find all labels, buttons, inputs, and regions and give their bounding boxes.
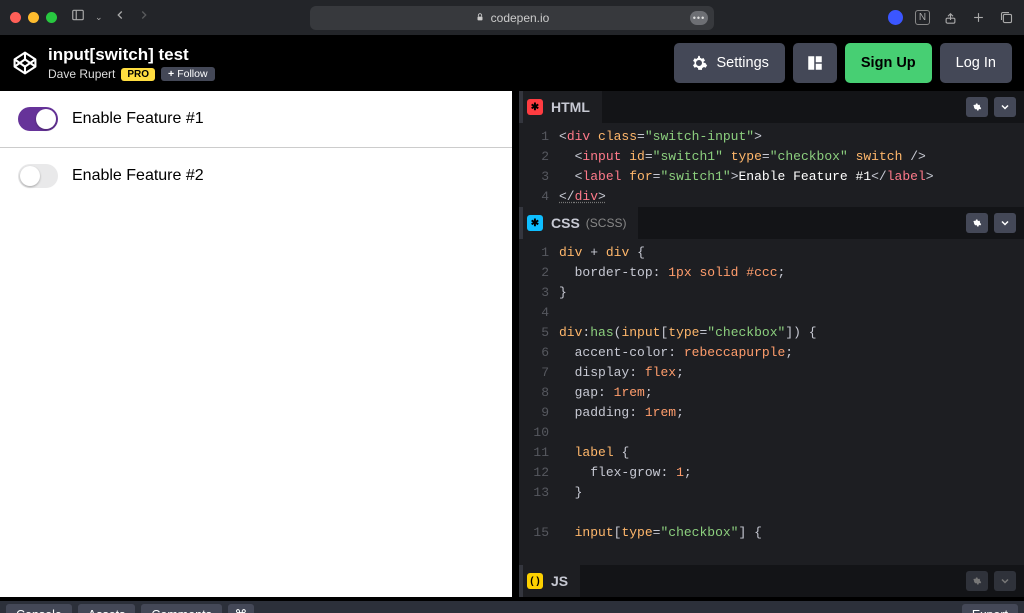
switch-2[interactable] <box>18 164 58 188</box>
feature-row-1: Enable Feature #1 <box>0 91 512 147</box>
switch-1[interactable] <box>18 107 58 131</box>
codepen-footer: Console Assets Comments ⌘ Export <box>0 597 1024 613</box>
address-bar[interactable]: codepen.io ••• <box>310 6 714 30</box>
console-button[interactable]: Console <box>6 604 72 613</box>
settings-button[interactable]: Settings <box>674 43 784 83</box>
css-tab[interactable]: ✱ CSS (SCSS) <box>519 207 638 239</box>
html-gutter: 1234 <box>519 123 559 207</box>
new-tab-icon[interactable] <box>970 10 986 26</box>
notion-extension-icon[interactable]: N <box>915 10 930 25</box>
extension-icon[interactable] <box>887 10 903 26</box>
css-chevron-icon[interactable] <box>994 213 1016 233</box>
js-badge-icon: ( ) <box>527 573 543 589</box>
login-button[interactable]: Log In <box>940 43 1012 83</box>
html-panel: ✱ HTML 1234 <div class="switch-input"> <… <box>519 91 1024 207</box>
html-settings-icon[interactable] <box>966 97 988 117</box>
css-settings-icon[interactable] <box>966 213 988 233</box>
js-tab-label: JS <box>551 573 568 589</box>
pen-author[interactable]: Dave Rupert <box>48 67 115 81</box>
html-badge-icon: ✱ <box>527 99 543 115</box>
browser-toolbar-right: N <box>887 10 1014 26</box>
css-tab-sublabel: (SCSS) <box>586 216 627 230</box>
forward-icon[interactable] <box>137 8 151 27</box>
address-text: codepen.io <box>491 11 550 25</box>
back-icon[interactable] <box>113 8 127 27</box>
css-tab-label: CSS <box>551 215 580 231</box>
settings-label: Settings <box>716 55 768 71</box>
minimize-window-icon[interactable] <box>28 12 39 23</box>
css-editor[interactable]: 12345678910111213 15 div + div { border-… <box>519 239 1024 565</box>
html-code: <div class="switch-input"> <input id="sw… <box>559 123 942 207</box>
pen-title-block: input[switch] test Dave Rupert PRO Follo… <box>48 45 215 81</box>
export-button[interactable]: Export <box>962 604 1018 613</box>
assets-button[interactable]: Assets <box>78 604 136 613</box>
main-area: Enable Feature #1 Enable Feature #2 ✱ HT… <box>0 91 1024 597</box>
share-icon[interactable] <box>942 10 958 26</box>
html-panel-header: ✱ HTML <box>519 91 1024 123</box>
js-tab[interactable]: ( ) JS <box>519 565 580 597</box>
css-panel-header: ✱ CSS (SCSS) <box>519 207 1024 239</box>
feature-row-2: Enable Feature #2 <box>0 147 512 204</box>
signup-button[interactable]: Sign Up <box>845 43 932 83</box>
tabs-icon[interactable] <box>998 10 1014 26</box>
css-panel: ✱ CSS (SCSS) 12345678910111213 15 div + … <box>519 207 1024 565</box>
close-window-icon[interactable] <box>10 12 21 23</box>
codepen-header: input[switch] test Dave Rupert PRO Follo… <box>0 35 1024 91</box>
window-controls <box>10 12 57 23</box>
html-editor[interactable]: 1234 <div class="switch-input"> <input i… <box>519 123 1024 207</box>
browser-toolbar-left: ⌄ <box>71 8 151 27</box>
css-badge-icon: ✱ <box>527 215 543 231</box>
reader-icon[interactable]: ••• <box>690 11 708 25</box>
preview-pane: Enable Feature #1 Enable Feature #2 <box>0 91 512 597</box>
js-chevron-icon[interactable] <box>994 571 1016 591</box>
zoom-window-icon[interactable] <box>46 12 57 23</box>
css-code: div + div { border-top: 1px solid #ccc; … <box>559 239 825 565</box>
html-tab-label: HTML <box>551 99 590 115</box>
feature-2-label: Enable Feature #2 <box>72 167 204 185</box>
codepen-logo-icon[interactable] <box>12 50 38 76</box>
editors-column: ✱ HTML 1234 <div class="switch-input"> <… <box>512 91 1024 597</box>
chevron-down-icon[interactable]: ⌄ <box>95 12 103 23</box>
html-chevron-icon[interactable] <box>994 97 1016 117</box>
comments-button[interactable]: Comments <box>141 604 221 613</box>
pro-badge: PRO <box>121 68 155 81</box>
js-panel: ( ) JS <box>519 565 1024 597</box>
lock-icon <box>475 11 485 25</box>
js-panel-header: ( ) JS <box>519 565 1024 597</box>
pen-title: input[switch] test <box>48 45 215 65</box>
html-tab[interactable]: ✱ HTML <box>519 91 602 123</box>
shortcuts-button[interactable]: ⌘ <box>228 604 254 613</box>
browser-chrome: ⌄ codepen.io ••• N <box>0 0 1024 35</box>
sidebar-toggle-icon[interactable] <box>71 8 85 27</box>
css-gutter: 12345678910111213 15 <box>519 239 559 565</box>
layout-button[interactable] <box>793 43 837 83</box>
js-settings-icon[interactable] <box>966 571 988 591</box>
follow-button[interactable]: Follow <box>161 67 214 81</box>
feature-1-label: Enable Feature #1 <box>72 110 204 128</box>
